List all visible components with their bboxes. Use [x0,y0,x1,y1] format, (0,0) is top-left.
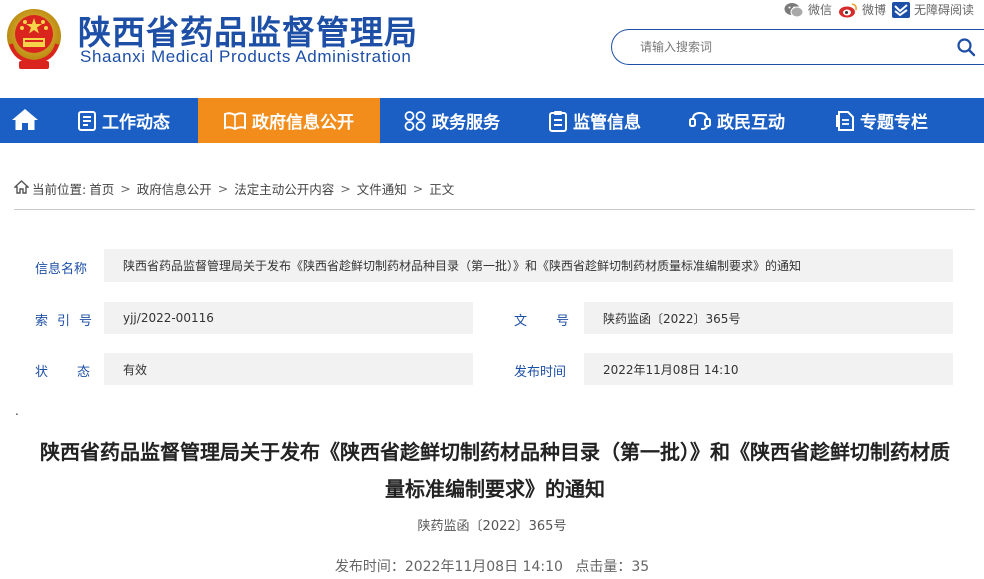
article-clicks: 点击量：35 [575,559,650,575]
nav-item-interaction[interactable]: 政民互动 [666,98,808,143]
breadcrumb-separator: > [412,181,424,196]
site-header: 陕西省药品监督管理局 Shaanxi Medical Products Admi… [0,0,984,98]
info-date-label: 发布时间 [514,365,567,380]
breadcrumb-separator: > [217,181,229,196]
nav-item-gov-info[interactable]: 政府信息公开 [198,98,380,143]
accessibility-icon [891,1,910,18]
stray-mark: . [15,404,19,418]
info-status-value: 有效 [104,353,473,385]
weibo-icon [838,2,858,18]
grid-icon [404,110,426,131]
main-nav: 工作动态 政府信息公开 政务服务 监管信息 政民互动 专题专栏 [0,98,984,143]
breadcrumb: 当前位置: 首页 > 政府信息公开 > 法定主动公开内容 > 文件通知 > 正文 [13,179,455,198]
top-links: 微信 微博 无障碍阅读 [784,1,974,18]
wechat-link[interactable]: 微信 [784,1,832,18]
info-index-label: 索引号 [35,314,102,329]
nav-item-supervision[interactable]: 监管信息 [524,98,666,143]
nav-item-label: 政务服务 [432,113,500,133]
nav-item-label: 工作动态 [102,113,170,133]
search-input[interactable] [640,37,940,57]
nav-item-label: 政民互动 [717,113,785,133]
info-index-value: yjj/2022-00116 [104,302,473,334]
article-publish-time: 发布时间：2022年11月08日 14:10 [334,559,563,575]
breadcrumb-prefix: 当前位置: [32,182,87,197]
article-doc-number: 陕药监函〔2022〕365号 [417,519,567,534]
breadcrumb-divider [14,209,975,210]
search-box [611,29,984,65]
breadcrumb-home[interactable]: 首页 [89,179,114,198]
weibo-link[interactable]: 微博 [838,1,886,18]
site-title-en: Shaanxi Medical Products Administration [80,47,412,66]
wechat-icon [784,2,804,18]
breadcrumb-gov-info[interactable]: 政府信息公开 [137,179,212,198]
home-icon [11,107,39,135]
info-docno-value: 陕药监函〔2022〕365号 [584,302,953,334]
national-emblem-icon [5,6,63,70]
info-name-value: 陕西省药品监督管理局关于发布《陕西省趁鲜切制药材品种目录（第一批）》和《陕西省趁… [104,249,953,282]
document-icon [836,110,854,131]
clipboard-icon [549,110,567,132]
book-icon [224,111,246,130]
nav-item-label: 专题专栏 [860,113,928,133]
breadcrumb-separator: > [120,181,131,196]
info-name-label: 信息名称 [35,262,88,277]
breadcrumb-notices[interactable]: 文件通知 [357,179,407,198]
breadcrumb-separator: > [340,181,351,196]
wechat-label: 微信 [807,3,832,17]
info-date-value: 2022年11月08日 14:10 [584,353,953,385]
nav-item-label: 监管信息 [573,113,641,133]
list-icon [78,110,96,131]
home-outline-icon [13,180,30,197]
breadcrumb-current: 正文 [429,182,455,197]
nav-item-special[interactable]: 专题专栏 [808,98,956,143]
interaction-icon [689,111,711,131]
accessibility-label: 无障碍阅读 [913,3,974,17]
article-meta: 发布时间：2022年11月08日 14:10 点击量：35 [0,556,984,576]
article-title: 陕西省药品监督管理局关于发布《陕西省趁鲜切制药材品种目录（第一批）》和《陕西省趁… [40,440,950,501]
breadcrumb-statutory[interactable]: 法定主动公开内容 [234,179,334,198]
nav-item-label: 政府信息公开 [252,113,354,133]
nav-item-work[interactable]: 工作动态 [50,98,198,143]
accessibility-link[interactable]: 无障碍阅读 [891,1,974,18]
nav-item-gov-service[interactable]: 政务服务 [380,98,524,143]
search-icon[interactable] [956,37,976,57]
weibo-label: 微博 [861,3,886,17]
nav-home[interactable] [0,98,50,143]
